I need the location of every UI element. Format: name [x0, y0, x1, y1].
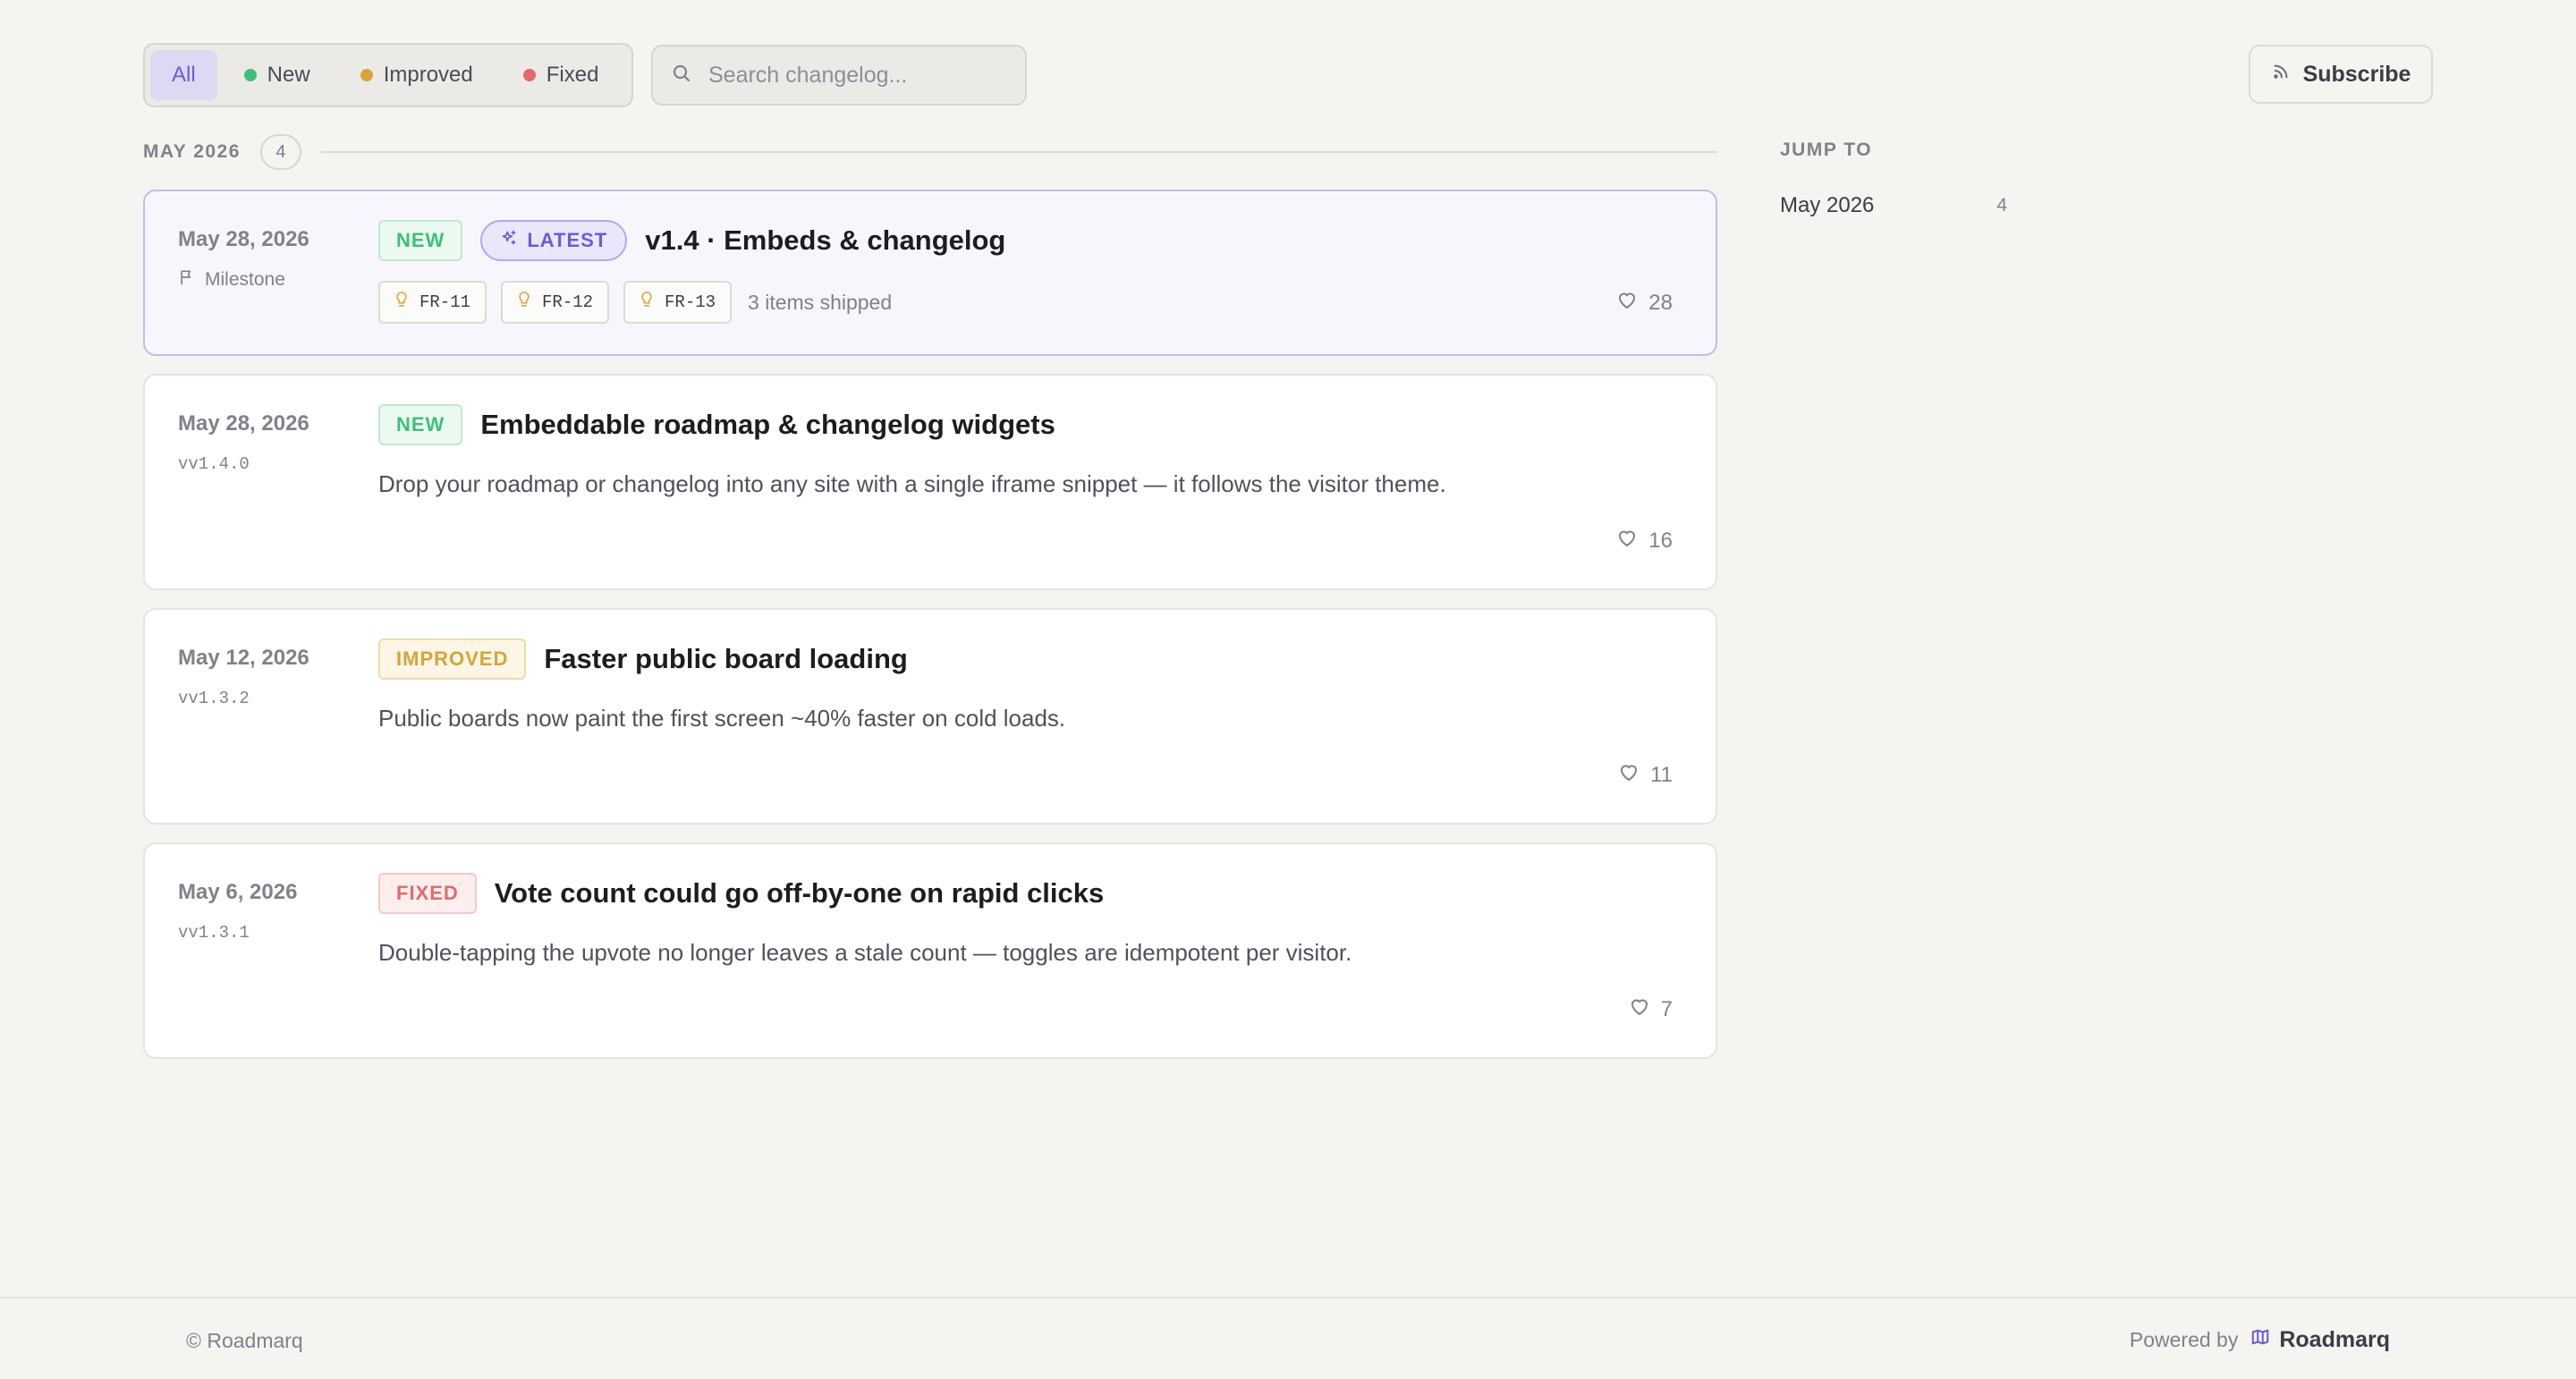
map-icon	[2250, 1327, 2270, 1353]
sparkles-icon	[500, 229, 518, 252]
entry-header: NEW LATEST v1.4 · Embeds & changelog	[378, 220, 1005, 261]
jump-to-panel: JUMP TO May 2026 4	[1780, 140, 2021, 218]
changelog-entry-latest[interactable]: May 28, 2026 Milestone NEW LATEST v1.4 ·…	[143, 190, 1717, 356]
entry-date: May 12, 2026	[178, 646, 309, 670]
filter-improved-label: Improved	[383, 63, 473, 87]
improved-dot-icon	[360, 69, 373, 81]
entry-version: vv1.3.1	[178, 923, 250, 943]
filter-new-button[interactable]: New	[221, 50, 334, 100]
month-count-badge: 4	[259, 134, 301, 170]
lightbulb-icon	[517, 291, 531, 314]
like-button[interactable]: 7	[1629, 996, 1673, 1022]
subscribe-label: Subscribe	[2302, 61, 2411, 87]
new-badge: NEW	[378, 220, 463, 261]
search-icon	[671, 63, 692, 89]
latest-badge: LATEST	[480, 220, 628, 261]
entry-version: vv1.3.2	[178, 689, 250, 708]
like-button[interactable]: 16	[1616, 528, 1673, 554]
changelog-entry[interactable]: May 28, 2026 vv1.4.0 NEW Embeddable road…	[143, 374, 1717, 590]
request-chip[interactable]: FR-13	[623, 281, 733, 324]
copyright-text: © Roadmarq	[186, 1329, 303, 1352]
request-chip[interactable]: FR-11	[378, 281, 487, 324]
filter-group: All New Improved Fixed	[143, 43, 633, 107]
jump-item-count: 4	[1996, 195, 2007, 216]
entry-version: vv1.4.0	[178, 454, 250, 474]
entry-title: Vote count could go off-by-one on rapid …	[494, 877, 1105, 909]
like-button[interactable]: 11	[1618, 762, 1673, 788]
rss-icon	[2271, 62, 2291, 88]
request-chip-label: FR-13	[665, 292, 716, 312]
entry-description: Public boards now paint the first screen…	[378, 705, 1066, 732]
heart-icon	[1616, 528, 1638, 554]
like-button[interactable]: 28	[1616, 290, 1673, 316]
filter-fixed-label: Fixed	[546, 63, 599, 87]
like-count: 11	[1650, 762, 1673, 787]
like-count: 28	[1648, 290, 1673, 315]
entry-description: Drop your roadmap or changelog into any …	[378, 470, 1446, 497]
entry-header: FIXED Vote count could go off-by-one on …	[378, 873, 1104, 914]
filter-new-label: New	[267, 63, 310, 87]
footer: © Roadmarq Powered by Roadmarq	[0, 1297, 2576, 1379]
changelog-entry[interactable]: May 6, 2026 vv1.3.1 FIXED Vote count cou…	[143, 842, 1717, 1059]
improved-badge: IMPROVED	[378, 639, 527, 680]
entry-date: May 28, 2026	[178, 411, 309, 436]
shipped-count: 3 items shipped	[748, 290, 893, 314]
entry-date: May 28, 2026	[178, 227, 309, 251]
entry-header: IMPROVED Faster public board loading	[378, 639, 908, 680]
entry-title: Faster public board loading	[544, 643, 908, 674]
lightbulb-icon	[640, 291, 654, 314]
subscribe-button[interactable]: Subscribe	[2249, 45, 2433, 104]
brand-link[interactable]: Roadmarq	[2250, 1327, 2390, 1353]
milestone-label: Milestone	[178, 268, 285, 292]
heart-icon	[1618, 762, 1640, 788]
jump-item-may-2026[interactable]: May 2026 4	[1780, 193, 2021, 218]
request-chip-label: FR-12	[542, 292, 594, 312]
heart-icon	[1629, 996, 1650, 1022]
new-badge: NEW	[378, 404, 463, 445]
search-input[interactable]	[708, 62, 995, 89]
month-header: MAY 2026 4	[143, 134, 1717, 170]
entry-title: Embeddable roadmap & changelog widgets	[480, 409, 1055, 440]
entry-title: v1.4 · Embeds & changelog	[645, 224, 1006, 256]
fixed-badge: FIXED	[378, 873, 477, 914]
latest-badge-label: LATEST	[527, 229, 608, 251]
like-count: 7	[1660, 996, 1673, 1021]
like-count: 16	[1648, 528, 1673, 553]
changelog-entry[interactable]: May 12, 2026 vv1.3.2 IMPROVED Faster pub…	[143, 608, 1717, 825]
brand-name: Roadmarq	[2279, 1327, 2390, 1352]
linked-requests: FR-11 FR-12 FR-13 3 items shipped	[378, 281, 892, 324]
flag-icon	[178, 268, 196, 292]
heart-icon	[1616, 290, 1638, 316]
lightbulb-icon	[394, 291, 409, 314]
filter-all-button[interactable]: All	[150, 50, 217, 100]
entry-header: NEW Embeddable roadmap & changelog widge…	[378, 404, 1055, 445]
request-chip[interactable]: FR-12	[501, 281, 610, 324]
filter-all-label: All	[172, 63, 196, 87]
new-dot-icon	[243, 69, 257, 81]
month-divider	[320, 151, 1717, 153]
search-box	[651, 45, 1027, 106]
filter-improved-button[interactable]: Improved	[337, 50, 496, 100]
request-chip-label: FR-11	[419, 292, 471, 312]
powered-by-label: Powered by	[2129, 1328, 2239, 1351]
entry-date: May 6, 2026	[178, 880, 298, 904]
jump-item-label: May 2026	[1780, 193, 1875, 217]
entry-description: Double-tapping the upvote no longer leav…	[378, 939, 1352, 966]
powered-by: Powered by Roadmarq	[2130, 1327, 2390, 1353]
milestone-text: Milestone	[205, 269, 285, 290]
fixed-dot-icon	[522, 69, 536, 81]
filter-fixed-button[interactable]: Fixed	[500, 50, 623, 100]
jump-to-title: JUMP TO	[1780, 140, 1873, 160]
month-label: MAY 2026	[143, 141, 241, 162]
toolbar: All New Improved Fixed Subscribe	[143, 43, 2433, 107]
